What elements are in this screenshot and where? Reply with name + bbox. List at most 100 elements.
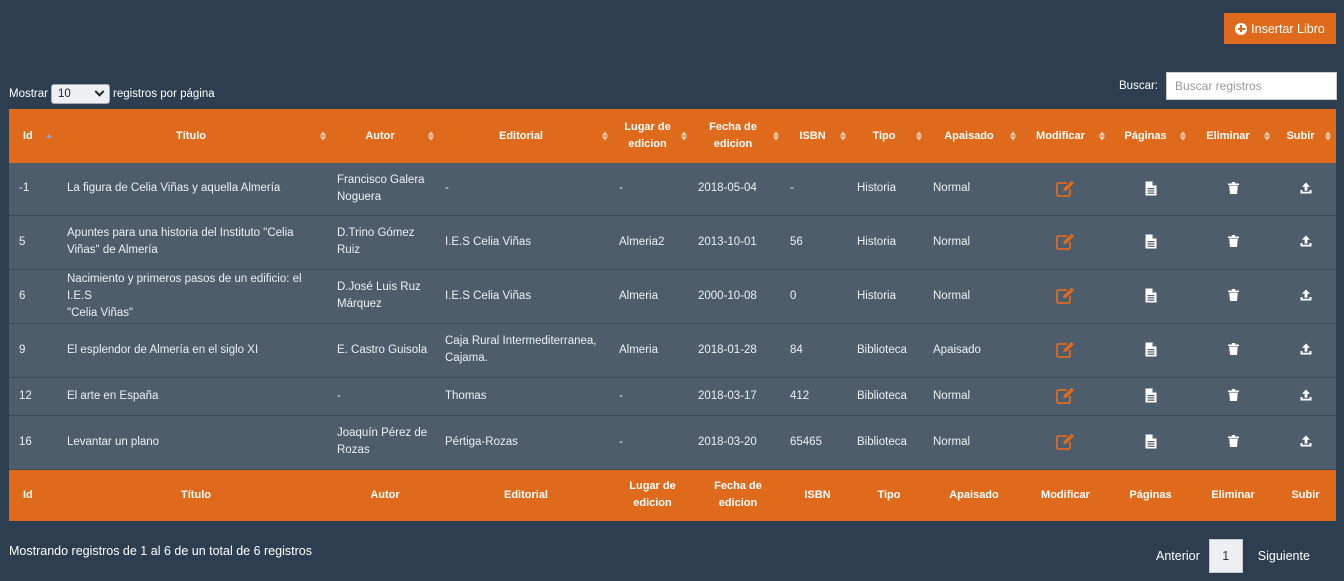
column-header-isbn[interactable]: ISBN [784, 109, 851, 163]
table-info: Mostrando registros de 1 al 6 de un tota… [9, 544, 312, 558]
edit-icon[interactable] [1056, 387, 1075, 405]
trash-icon[interactable] [1227, 389, 1239, 402]
cell-modificar [1021, 323, 1110, 377]
column-header-label: Páginas [1129, 488, 1172, 501]
file-icon[interactable] [1145, 388, 1157, 403]
file-icon[interactable] [1145, 234, 1157, 249]
cell-eliminar [1191, 323, 1275, 377]
sort-icon [773, 131, 779, 141]
column-header-subir[interactable]: Subir [1275, 109, 1336, 163]
sort-icon [1264, 131, 1270, 141]
cell-text: Noguera [337, 190, 382, 203]
column-header-fecha[interactable]: Fecha de edicion [692, 109, 784, 163]
cell-text: Viñas" de Almería [67, 244, 158, 256]
sort-icon [320, 131, 326, 141]
cell-modificar [1021, 215, 1110, 269]
cell-text: Caja Rural Intermediterranea, [445, 335, 597, 347]
column-header-apaisado[interactable]: Apaisado [927, 109, 1021, 163]
trash-icon[interactable] [1227, 235, 1239, 248]
column-header-label: Fecha de [714, 480, 762, 493]
search-control: Buscar: Buscar registros [1119, 72, 1337, 100]
sort-icon [428, 131, 434, 141]
pagination-page-1[interactable]: 1 [1208, 539, 1243, 573]
column-header-paginas[interactable]: Páginas [1110, 109, 1191, 163]
cell-paginas [1110, 415, 1191, 469]
upload-icon[interactable] [1300, 182, 1312, 194]
books-table: Id Título Autor Editorial Lugar de edicion Fec… [9, 109, 1336, 521]
pagination-previous[interactable]: Anterior [1147, 549, 1209, 563]
column-header-label: Tipo [872, 129, 896, 142]
cell-autor: Francisco Galera Noguera [331, 163, 439, 215]
column-footer-titulo: Título [61, 469, 331, 521]
column-header-editorial[interactable]: Editorial [439, 109, 613, 163]
file-icon[interactable] [1145, 434, 1157, 449]
page-length-select[interactable]: 10 [50, 84, 110, 104]
cell-id: 6 [19, 289, 26, 302]
column-header-label: Editorial [503, 488, 548, 501]
edit-icon[interactable] [1056, 341, 1075, 359]
insert-book-button[interactable]: Insertar Libro [1224, 13, 1336, 44]
cell-apaisado: Normal [933, 389, 971, 402]
cell-lugar: Almeria2 [619, 235, 665, 248]
cell-id: 16 [19, 435, 32, 448]
search-input[interactable]: Buscar registros [1166, 72, 1337, 100]
file-icon[interactable] [1145, 342, 1157, 357]
column-header-tipo[interactable]: Tipo [851, 109, 927, 163]
column-header-eliminar[interactable]: Eliminar [1191, 109, 1275, 163]
upload-icon[interactable] [1300, 435, 1312, 447]
upload-icon[interactable] [1300, 389, 1312, 401]
cell-paginas [1110, 163, 1191, 215]
table-row: -1 La figura de Celia Viñas y aquella Alm… [9, 163, 1336, 215]
column-header-titulo[interactable]: Título [61, 109, 331, 163]
trash-icon[interactable] [1227, 343, 1239, 356]
file-icon[interactable] [1145, 181, 1157, 196]
cell-text: I.E.S Celia Viñas [445, 235, 532, 248]
column-header-label: Id [23, 488, 33, 501]
column-header-label: Tipo [877, 488, 901, 501]
cell-text: E. Castro Guisola [337, 343, 428, 356]
cell-subir [1275, 215, 1336, 269]
cell-tipo: Historia [857, 182, 896, 195]
cell-autor: D.Trino Gómez Ruiz [331, 215, 439, 269]
cell-subir [1275, 323, 1336, 377]
cell-tipo: Historia [857, 289, 896, 302]
cell-apaisado: Normal [933, 289, 971, 302]
sort-icon [681, 131, 687, 141]
column-header-modificar[interactable]: Modificar [1021, 109, 1110, 163]
cell-paginas [1110, 269, 1191, 323]
page-length-value: 10 [57, 88, 71, 100]
edit-icon[interactable] [1056, 287, 1075, 305]
column-header-id[interactable]: Id [9, 109, 61, 163]
trash-icon[interactable] [1227, 435, 1239, 448]
cell-tipo: Historia [857, 235, 896, 248]
trash-icon[interactable] [1227, 182, 1239, 195]
sort-icon [840, 131, 846, 141]
edit-icon[interactable] [1056, 433, 1075, 451]
edit-icon[interactable] [1056, 233, 1075, 251]
upload-icon[interactable] [1300, 289, 1312, 301]
cell-id: 12 [19, 389, 32, 402]
page-length-control: Mostrar 10 registros por página [9, 84, 215, 104]
table-row: 5 Apuntes para una historia del Instituto… [9, 215, 1336, 269]
column-header-autor[interactable]: Autor [331, 109, 439, 163]
column-header-label: Páginas [1124, 129, 1167, 142]
column-header-lugar[interactable]: Lugar de edicion [613, 109, 692, 163]
cell-text: - [445, 182, 449, 195]
trash-icon[interactable] [1227, 289, 1239, 302]
file-icon[interactable] [1145, 288, 1157, 303]
cell-modificar [1021, 377, 1110, 415]
column-footer-eliminar: Eliminar [1191, 469, 1275, 521]
cell-tipo: Biblioteca [857, 343, 907, 356]
cell-tipo: Biblioteca [857, 435, 907, 448]
edit-icon[interactable] [1056, 180, 1075, 197]
column-footer-lugar: Lugar de edicion [613, 469, 692, 521]
upload-icon[interactable] [1300, 343, 1312, 355]
upload-icon[interactable] [1300, 235, 1312, 247]
cell-isbn: 65465 [790, 435, 822, 448]
cell-titulo: Apuntes para una historia del Instituto … [61, 215, 331, 269]
pagination-next[interactable]: Siguiente [1243, 549, 1324, 563]
column-footer-paginas: Páginas [1110, 469, 1191, 521]
cell-isbn: 412 [790, 389, 810, 402]
cell-text: Joaquín Pérez de [337, 427, 428, 439]
column-header-label: Editorial [498, 129, 543, 142]
